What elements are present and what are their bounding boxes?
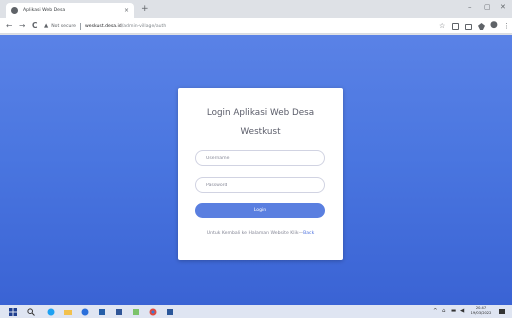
- login-subtitle: Westkust: [240, 127, 281, 137]
- volume-icon[interactable]: ◀: [460, 308, 464, 315]
- reload-icon[interactable]: C: [32, 21, 38, 31]
- forward-arrow-icon[interactable]: →: [19, 21, 25, 31]
- window-close-icon[interactable]: ✕: [500, 2, 506, 12]
- network-icon[interactable]: ⌂: [442, 308, 446, 315]
- clock-date: 19/03/2022: [470, 311, 492, 315]
- cast-icon[interactable]: [465, 24, 472, 30]
- search-icon[interactable]: [26, 307, 35, 316]
- maximize-icon[interactable]: ▢: [484, 2, 491, 12]
- login-title: Login Aplikasi Web Desa: [206, 108, 315, 118]
- page-background: Login Aplikasi Web Desa Westkust Login U…: [0, 35, 512, 305]
- browser-tab[interactable]: Aplikasi Web Desa ×: [6, 3, 134, 18]
- not-secure-warning-icon[interactable]: ▲: [44, 23, 48, 29]
- security-status[interactable]: Not secure: [51, 24, 76, 29]
- address-separator: [80, 22, 82, 30]
- browser-app-icon[interactable]: [148, 307, 157, 316]
- back-arrow-icon[interactable]: ←: [6, 21, 12, 31]
- url-host[interactable]: weskust.desa.id: [85, 24, 122, 29]
- login-button[interactable]: Login: [195, 203, 325, 218]
- minimize-icon[interactable]: –: [468, 2, 472, 12]
- edge-icon[interactable]: [46, 307, 55, 316]
- app-icon[interactable]: [114, 307, 123, 316]
- bookmark-star-icon[interactable]: ☆: [439, 21, 445, 31]
- photos-icon[interactable]: [131, 307, 140, 316]
- address-bar[interactable]: ▲ Not secure weskust.desa.id /admin-vill…: [44, 21, 416, 31]
- profile-avatar-icon[interactable]: ●: [490, 20, 498, 30]
- extension-icon[interactable]: [452, 23, 459, 30]
- tray-chevron-icon[interactable]: ^: [433, 308, 438, 315]
- new-tab-icon[interactable]: +: [141, 3, 149, 15]
- store-icon[interactable]: [97, 307, 106, 316]
- login-card: Login Aplikasi Web Desa Westkust Login U…: [178, 88, 343, 260]
- browser-tab-strip: Aplikasi Web Desa × + – ▢ ✕: [0, 0, 512, 18]
- browser-menu-icon[interactable]: ⋮: [503, 21, 510, 31]
- url-path[interactable]: /admin-village/auth: [122, 24, 167, 29]
- taskbar-clock[interactable]: 20.47 19/03/2022: [470, 306, 492, 316]
- chrome-icon[interactable]: [80, 307, 89, 316]
- word-icon[interactable]: [165, 307, 174, 316]
- back-prompt: Untuk Kembali ke Halaman Website Klik—: [206, 231, 304, 236]
- extensions-puzzle-icon[interactable]: [478, 23, 485, 30]
- tab-title: Aplikasi Web Desa: [23, 8, 66, 13]
- windows-start-icon[interactable]: [8, 307, 17, 316]
- battery-icon[interactable]: ▬: [451, 308, 456, 315]
- tab-favicon-icon: [11, 7, 18, 14]
- password-input[interactable]: [195, 177, 325, 193]
- windows-taskbar: ^ ⌂ ▬ ◀ 20.47 19/03/2022: [0, 305, 512, 318]
- back-to-website-text: Untuk Kembali ke Halaman Website Klik—Ba…: [178, 231, 343, 236]
- notification-icon[interactable]: [497, 307, 506, 316]
- browser-toolbar: ← → C ▲ Not secure weskust.desa.id /admi…: [0, 18, 512, 34]
- back-link[interactable]: Back: [303, 231, 314, 236]
- file-explorer-icon[interactable]: [63, 307, 72, 316]
- tab-close-icon[interactable]: ×: [124, 7, 129, 14]
- username-input[interactable]: [195, 150, 325, 166]
